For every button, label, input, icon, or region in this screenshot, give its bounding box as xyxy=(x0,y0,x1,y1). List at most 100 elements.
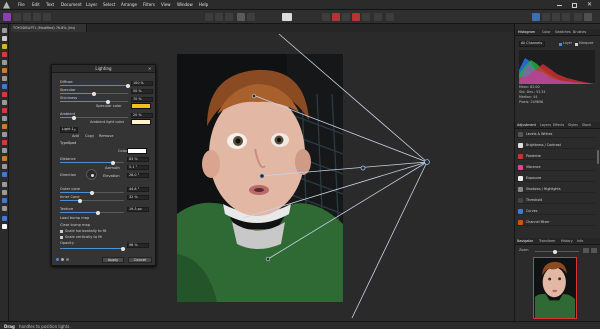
menu-edit[interactable]: Edit xyxy=(32,2,40,7)
adjustment-item-channel-mixer[interactable]: Channel Mixer xyxy=(517,218,595,227)
menu-select[interactable]: Select xyxy=(103,2,115,7)
menu-help[interactable]: Help xyxy=(199,2,208,7)
background-color-icon[interactable] xyxy=(2,224,7,229)
selection-subtract-icon[interactable] xyxy=(352,13,360,21)
account-icon[interactable] xyxy=(584,13,592,21)
maximize-icon[interactable] xyxy=(572,2,577,8)
direction-dial[interactable] xyxy=(86,169,97,180)
dodge-tool-icon[interactable] xyxy=(2,100,7,105)
scale-vertically-checkbox[interactable] xyxy=(60,236,63,239)
document-tab[interactable]: TOYOSIBILPTL (Modified) 76.8% (Iris) xyxy=(11,24,87,32)
erase-brush-icon[interactable] xyxy=(2,92,7,97)
inner-cone-value[interactable]: 32 % xyxy=(127,195,149,200)
tab-swatches[interactable]: Swatches xyxy=(555,30,571,34)
menu-arrange[interactable]: Arrange xyxy=(121,2,137,7)
tab-effects[interactable]: Effects xyxy=(553,123,564,127)
add-light-button[interactable]: Add xyxy=(72,134,79,138)
split-view-icon[interactable] xyxy=(61,258,64,261)
tab-adjustment[interactable]: Adjustment xyxy=(517,123,536,127)
ambient-value[interactable]: 20 % xyxy=(131,113,153,118)
copy-light-button[interactable]: Copy xyxy=(85,134,94,138)
redo-icon[interactable] xyxy=(552,13,560,21)
shininess-slider[interactable] xyxy=(60,99,128,104)
zoom-out-icon[interactable] xyxy=(583,248,589,253)
marquee-tool-icon[interactable] xyxy=(2,60,7,65)
selection-intersect-icon[interactable] xyxy=(362,13,370,21)
scale-horizontally-checkbox[interactable] xyxy=(60,230,63,233)
brush-selection-icon[interactable] xyxy=(2,52,7,57)
adjustment-item-exposure[interactable]: Exposure xyxy=(517,174,595,183)
preview-icon[interactable] xyxy=(56,258,59,261)
crop-tool-icon[interactable] xyxy=(2,44,7,49)
clone-tool-icon[interactable] xyxy=(2,108,7,113)
menu-file[interactable]: File xyxy=(18,2,25,7)
specular-slider-knob[interactable] xyxy=(92,91,96,96)
inner-cone-slider-knob[interactable] xyxy=(78,198,83,203)
color-picker-icon[interactable] xyxy=(2,84,7,89)
photo-canvas[interactable] xyxy=(177,54,343,302)
paint-brush-icon[interactable] xyxy=(2,76,7,81)
undo-icon[interactable] xyxy=(562,13,570,21)
menu-text[interactable]: Text xyxy=(46,2,54,7)
tab-history[interactable]: History xyxy=(561,239,573,243)
menu-layer[interactable]: Layer xyxy=(86,2,97,7)
texture-value[interactable]: 19.3 px xyxy=(127,207,149,212)
transparency-tool-icon[interactable] xyxy=(2,198,7,203)
close-icon[interactable]: ✕ xyxy=(587,1,592,8)
type-value[interactable]: Spot xyxy=(68,141,76,145)
zoom-slider-knob[interactable] xyxy=(553,249,557,254)
ambient-light-color-swatch[interactable] xyxy=(131,119,151,125)
distance-slider[interactable] xyxy=(60,160,124,165)
distance-slider-knob[interactable] xyxy=(111,160,116,165)
pen-tool-icon[interactable] xyxy=(2,148,7,153)
gradient-tool-icon[interactable] xyxy=(2,190,7,195)
shape-tool-icon[interactable] xyxy=(2,172,7,177)
opacity-slider-knob[interactable] xyxy=(120,246,125,251)
selection-add-icon[interactable] xyxy=(342,13,350,21)
mode-icon[interactable] xyxy=(247,13,255,21)
inner-cone-slider[interactable] xyxy=(60,198,124,203)
specular-color-swatch[interactable] xyxy=(131,103,151,109)
tab-transform[interactable]: Transform xyxy=(539,239,555,243)
direction-dial-knob[interactable] xyxy=(90,173,94,177)
outer-cone-value[interactable]: 44.8 ° xyxy=(127,187,149,192)
view-mode-icon[interactable] xyxy=(205,13,213,21)
liquify-persona-icon[interactable] xyxy=(13,13,21,21)
selection-refine-icon[interactable] xyxy=(332,13,340,21)
diffuse-value[interactable]: 100 % xyxy=(131,81,153,86)
clear-bump-map-button[interactable]: Clear bump map xyxy=(60,223,90,227)
photo-persona-icon[interactable] xyxy=(3,13,11,21)
elevation-value[interactable]: 28.0 ° xyxy=(127,173,149,178)
light-color-swatch[interactable] xyxy=(127,148,147,154)
healing-brush-icon[interactable] xyxy=(2,132,7,137)
menu-view[interactable]: View xyxy=(161,2,171,7)
adjustment-item-brightness[interactable]: Brightness / Contrast xyxy=(517,141,595,150)
channel-dropdown[interactable]: All Channels xyxy=(519,41,545,47)
zoom-in-icon[interactable] xyxy=(591,248,597,253)
align-icon[interactable] xyxy=(386,13,394,21)
azimuth-value[interactable]: 5.1 ° xyxy=(127,165,149,170)
move-tool-icon[interactable] xyxy=(2,36,7,41)
adjustment-item-vibrance[interactable]: Vibrance xyxy=(517,163,595,172)
shininess-value[interactable]: 70 % xyxy=(131,97,153,102)
opacity-value[interactable]: 98 % xyxy=(127,243,149,248)
adjustment-item-posterize[interactable]: Posterize xyxy=(517,152,595,161)
tab-brushes[interactable]: Brushes xyxy=(573,30,586,34)
quick-mask-icon[interactable] xyxy=(322,13,330,21)
color-mode-dropdown[interactable] xyxy=(282,13,292,21)
texture-slider-knob[interactable] xyxy=(96,210,101,215)
adjustment-item-shadows[interactable]: Shadows / Highlights xyxy=(517,185,595,194)
export-persona-icon[interactable] xyxy=(43,13,51,21)
preferences-icon[interactable] xyxy=(542,13,550,21)
opacity-slider[interactable] xyxy=(60,246,125,251)
zoom-slider[interactable] xyxy=(535,249,579,254)
blur-brush-icon[interactable] xyxy=(2,116,7,121)
foreground-color-icon[interactable] xyxy=(2,216,7,221)
menu-window[interactable]: Window xyxy=(177,2,193,7)
shininess-slider-knob[interactable] xyxy=(105,99,110,104)
ambient-slider-knob[interactable] xyxy=(71,115,76,120)
close-icon[interactable]: ✕ xyxy=(148,66,151,71)
minimize-icon[interactable] xyxy=(557,5,562,6)
view-tool-icon[interactable] xyxy=(2,28,7,33)
texture-slider[interactable] xyxy=(60,210,124,215)
